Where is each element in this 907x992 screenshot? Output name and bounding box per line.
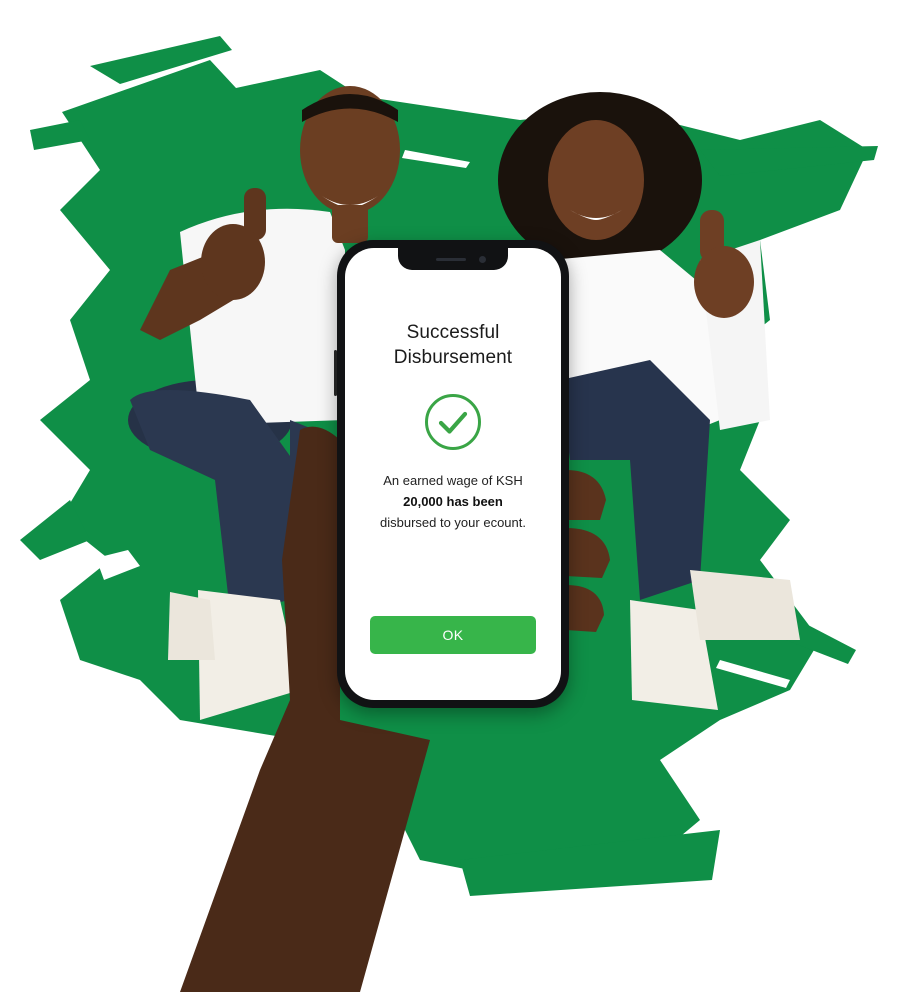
phone-screen: Successful Disbursement An earned wage o… xyxy=(345,248,561,700)
title-line-1: Successful xyxy=(406,322,500,343)
promo-image: Successful Disbursement An earned wage o… xyxy=(0,0,907,992)
speaker xyxy=(436,258,466,261)
title-line-2: Disbursement xyxy=(393,347,513,368)
message-line-1: An earned wage of KSH xyxy=(383,473,523,488)
smartphone: Successful Disbursement An earned wage o… xyxy=(334,240,569,708)
dialog-title: Successful Disbursement xyxy=(345,320,561,370)
front-camera xyxy=(479,256,486,263)
message-line-2: 20,000 has been xyxy=(403,494,503,509)
message-line-3: disbursed to your ecount. xyxy=(380,515,526,530)
phone-notch xyxy=(398,248,508,270)
ok-button[interactable]: OK xyxy=(370,616,536,654)
success-message: An earned wage of KSH 20,000 has been di… xyxy=(355,470,551,533)
check-circle-icon xyxy=(425,394,481,450)
